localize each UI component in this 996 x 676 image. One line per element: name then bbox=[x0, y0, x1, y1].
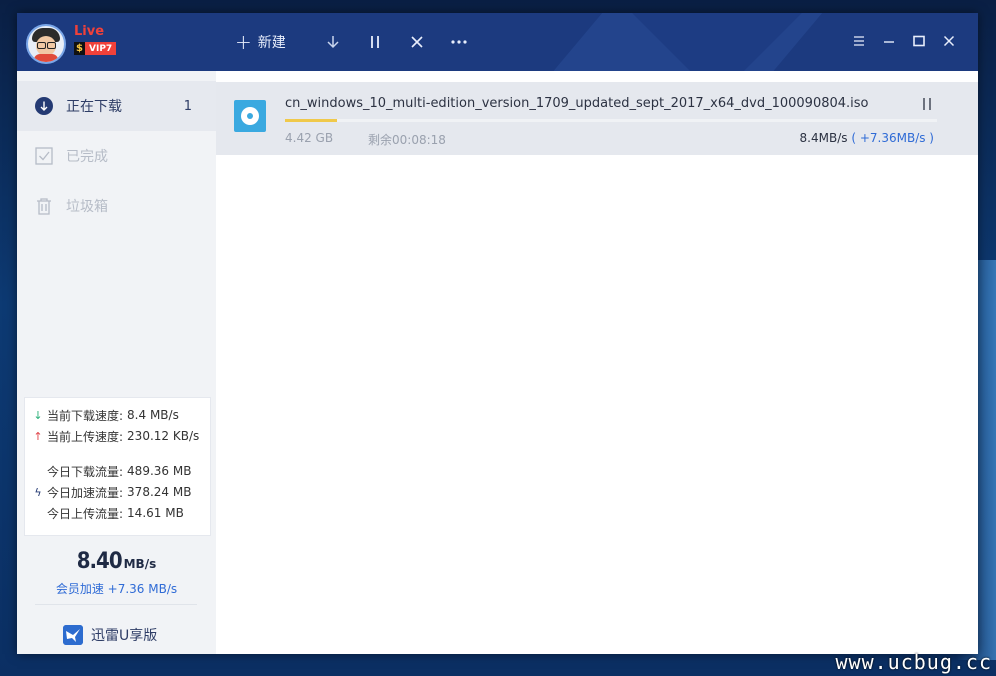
new-task-label: 新建 bbox=[257, 35, 286, 51]
close-icon[interactable] bbox=[408, 33, 426, 51]
stat-label: 今日下载流量: bbox=[47, 464, 124, 479]
vip-badge-symbol: $ bbox=[74, 42, 85, 55]
sidebar-item-trash[interactable]: 垃圾箱 bbox=[17, 181, 216, 231]
today-download-row: 今日下载流量: 489.36 MB bbox=[31, 462, 191, 480]
task-file-size: 4.42 GB bbox=[285, 131, 334, 145]
downloading-count: 1 bbox=[183, 98, 192, 114]
app-window: Live $ VIP7 + 新建 正在下载 1 已完成 垃圾箱 ↓ 当前下载速度… bbox=[17, 13, 978, 654]
sidebar-item-downloading[interactable]: 正在下载 1 bbox=[17, 81, 216, 131]
task-speed: 8.4MB/s ( +7.36MB/s ) bbox=[800, 131, 934, 145]
sidebar-item-label: 正在下载 bbox=[66, 99, 122, 115]
u-version-label: 迅雷U享版 bbox=[91, 628, 158, 644]
more-icon[interactable] bbox=[450, 33, 468, 51]
stat-label: 当前上传速度: bbox=[47, 429, 124, 444]
divider bbox=[35, 604, 197, 605]
stat-value: 230.12 KB/s bbox=[127, 429, 200, 443]
download-circle-icon bbox=[35, 97, 53, 115]
maximize-icon[interactable] bbox=[911, 33, 927, 49]
task-row[interactable]: cn_windows_10_multi-edition_version_1709… bbox=[216, 82, 978, 155]
sidebar-item-label: 垃圾箱 bbox=[66, 199, 108, 215]
checkbox-icon bbox=[35, 147, 53, 165]
stat-value: 14.61 MB bbox=[127, 506, 184, 520]
minimize-icon[interactable] bbox=[881, 33, 897, 49]
today-upload-row: 今日上传流量: 14.61 MB bbox=[31, 504, 184, 522]
thunder-logo-icon bbox=[63, 625, 83, 645]
watermark: www.ucbug.cc bbox=[835, 650, 992, 674]
vip-badge[interactable]: $ VIP7 bbox=[74, 42, 117, 55]
up-arrow-icon: ↑ bbox=[33, 429, 43, 443]
new-task-button[interactable]: + 新建 bbox=[235, 13, 286, 71]
task-progress-fill bbox=[285, 119, 338, 122]
menu-icon[interactable] bbox=[851, 33, 867, 49]
sidebar-item-completed[interactable]: 已完成 bbox=[17, 131, 216, 181]
today-accel-row: ϟ 今日加速流量: 378.24 MB bbox=[31, 483, 191, 501]
stat-value: 8.4 MB/s bbox=[127, 408, 179, 422]
task-boost-speed: ( +7.36MB/s ) bbox=[851, 131, 934, 145]
lightning-icon: ϟ bbox=[34, 485, 42, 499]
title-bar: Live $ VIP7 + 新建 bbox=[17, 13, 978, 71]
u-version-button[interactable]: 迅雷U享版 bbox=[63, 624, 157, 646]
user-name[interactable]: Live bbox=[74, 24, 104, 39]
stat-label: 当前下载速度: bbox=[47, 408, 124, 423]
task-progress-bar bbox=[285, 119, 937, 122]
task-pause-icon[interactable] bbox=[920, 97, 934, 111]
speed-stats-panel: ↓ 当前下载速度: 8.4 MB/s ↑ 当前上传速度: 230.12 KB/s… bbox=[24, 397, 211, 536]
task-list: cn_windows_10_multi-edition_version_1709… bbox=[216, 71, 978, 654]
stat-value: 489.36 MB bbox=[127, 464, 192, 478]
current-speed-display[interactable]: 8.40 MB/s bbox=[17, 549, 216, 574]
upload-speed-row: ↑ 当前上传速度: 230.12 KB/s bbox=[31, 427, 199, 445]
speed-unit: MB/s bbox=[123, 557, 157, 571]
task-remaining-time: 剩余00:08:18 bbox=[368, 133, 446, 147]
user-avatar[interactable] bbox=[26, 24, 66, 64]
stat-value: 378.24 MB bbox=[127, 485, 192, 499]
speed-value: 8.40 bbox=[76, 549, 123, 574]
download-speed-row: ↓ 当前下载速度: 8.4 MB/s bbox=[31, 406, 179, 424]
down-arrow-icon: ↓ bbox=[33, 408, 43, 422]
stat-label: 今日上传流量: bbox=[47, 506, 124, 521]
disc-image-icon bbox=[234, 100, 266, 132]
download-arrow-icon[interactable] bbox=[324, 33, 342, 51]
stat-label: 今日加速流量: bbox=[47, 485, 124, 500]
pause-icon[interactable] bbox=[366, 33, 384, 51]
task-speed-value: 8.4MB/s bbox=[799, 131, 848, 145]
vip-accel-speed: 会员加速 +7.36 MB/s bbox=[55, 582, 178, 596]
task-file-name: cn_windows_10_multi-edition_version_1709… bbox=[285, 96, 869, 111]
trash-icon bbox=[37, 198, 51, 215]
sidebar-item-label: 已完成 bbox=[66, 149, 108, 165]
window-close-icon[interactable] bbox=[941, 33, 957, 49]
sidebar: 正在下载 1 已完成 垃圾箱 ↓ 当前下载速度: 8.4 MB/s ↑ 当前上传… bbox=[17, 71, 216, 654]
plus-icon: + bbox=[235, 30, 252, 54]
vip-badge-label: VIP7 bbox=[85, 42, 117, 55]
